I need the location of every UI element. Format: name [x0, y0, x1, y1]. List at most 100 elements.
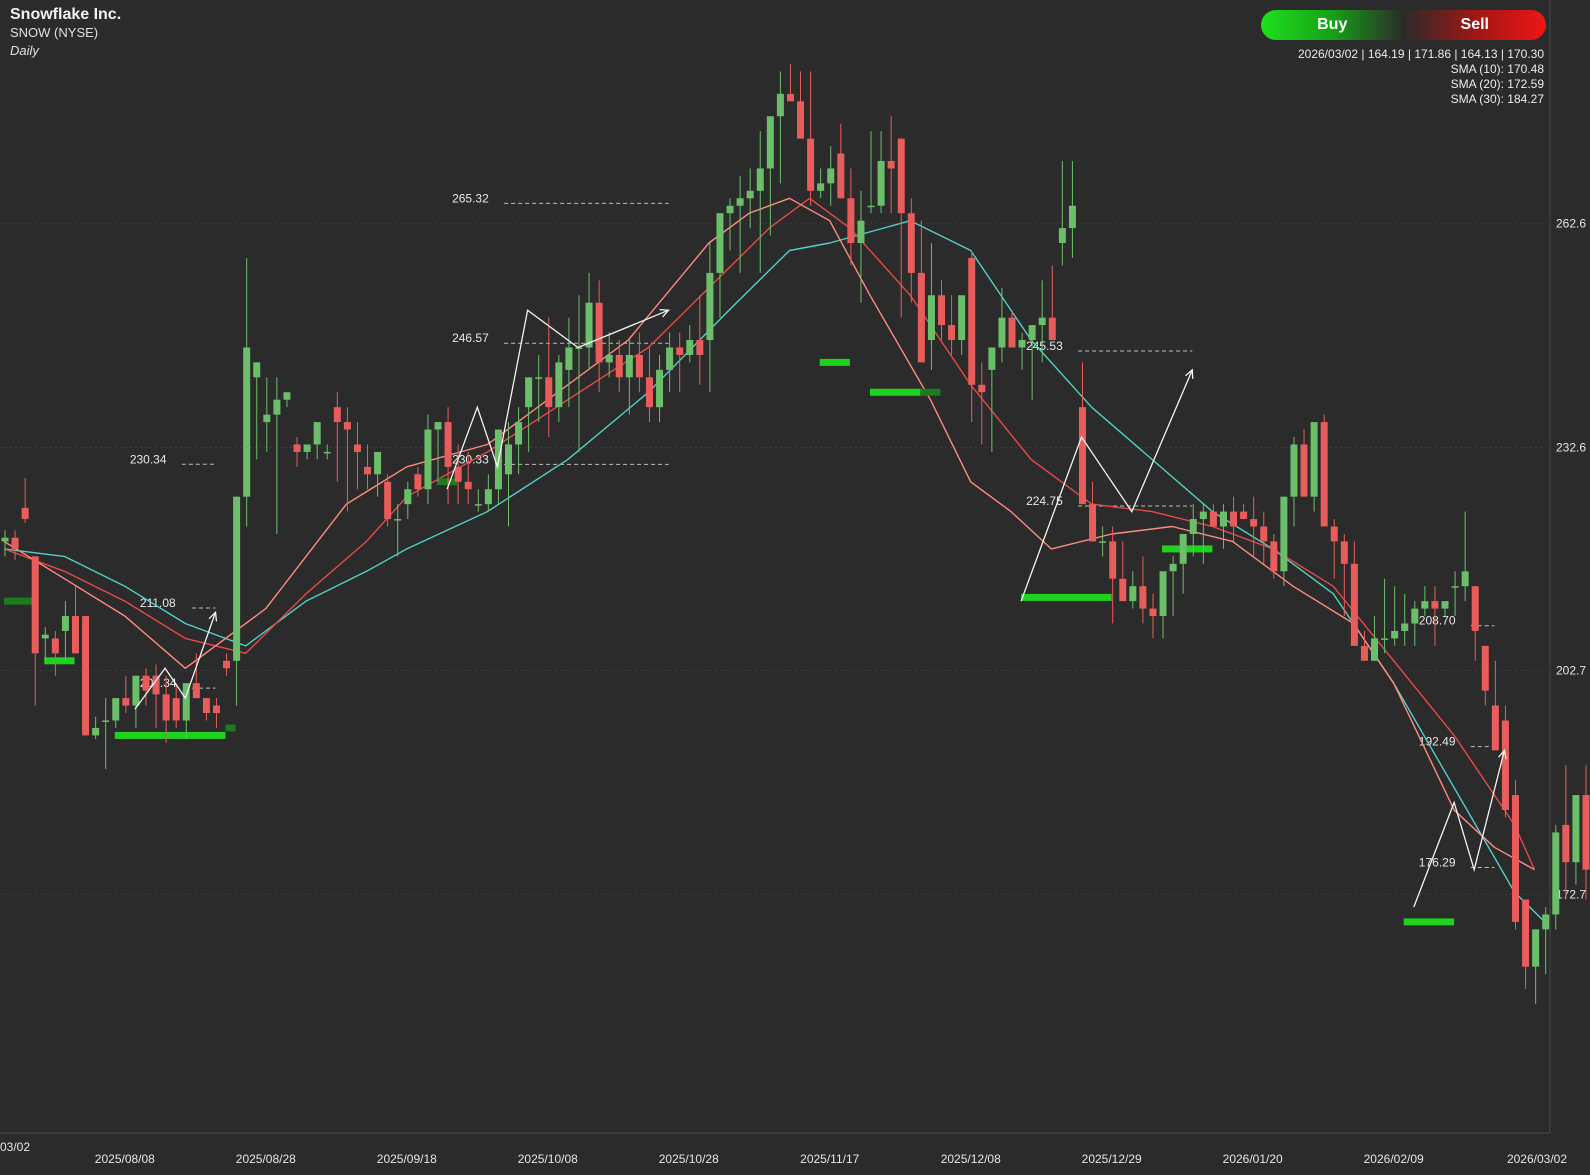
candle-up: [484, 489, 492, 505]
candle-up: [1391, 630, 1399, 639]
candle-down: [968, 257, 976, 385]
candle-up: [112, 698, 120, 721]
candle-up: [565, 347, 573, 370]
candle-down: [847, 198, 855, 244]
x-tick-label: 2026/03/02: [1507, 1152, 1567, 1166]
candle-up: [1532, 929, 1540, 967]
candle-down: [786, 93, 794, 102]
candle-up: [827, 168, 835, 184]
y-tick-label: 232.6: [1556, 440, 1586, 454]
candle-down: [1078, 407, 1086, 505]
candle-down: [162, 694, 170, 721]
level-label: 208.70: [1419, 614, 1456, 628]
candle-down: [1340, 541, 1348, 564]
candle-down: [797, 101, 805, 139]
support-bar: [1403, 918, 1455, 926]
candle-down: [82, 616, 90, 736]
candle-down: [595, 302, 603, 363]
candle-down: [545, 377, 553, 408]
candle-up: [253, 362, 261, 378]
candle-down: [152, 675, 160, 695]
candle-down: [1250, 519, 1258, 527]
support-bar: [1021, 593, 1112, 601]
candle-down: [1431, 601, 1439, 609]
candle-down: [31, 556, 39, 654]
candle-up: [555, 362, 563, 408]
candle-up: [625, 354, 633, 378]
y-tick-label: 262.6: [1556, 217, 1586, 231]
candle-down: [1260, 526, 1268, 542]
candle-up: [766, 116, 774, 169]
candle-down: [807, 138, 815, 191]
candle-down: [917, 272, 925, 363]
candle-up: [1, 537, 9, 542]
candle-down: [1300, 444, 1308, 497]
candle-up: [1068, 205, 1076, 229]
candle-down: [223, 660, 231, 669]
candle-up: [525, 377, 533, 408]
candle-up: [424, 429, 432, 490]
x-tick-label: 2025/09/18: [377, 1152, 437, 1166]
candle-down: [1350, 563, 1358, 646]
candle-up: [927, 295, 935, 341]
candle-down: [1582, 795, 1590, 870]
candle-up: [585, 302, 593, 348]
candle-down: [122, 698, 130, 706]
candle-down: [676, 347, 684, 355]
candle-down: [343, 422, 351, 430]
candle-down: [1481, 645, 1489, 691]
candle-up: [686, 340, 694, 355]
candle-up: [1441, 601, 1449, 609]
candle-up: [817, 183, 825, 191]
candle-up: [736, 198, 744, 206]
candle-up: [243, 347, 251, 497]
candle-up: [1189, 519, 1197, 534]
candle-down: [978, 384, 986, 393]
support-bar: [920, 388, 941, 396]
candle-up: [1129, 586, 1137, 602]
candle-down: [897, 138, 905, 214]
candle-down: [1139, 586, 1147, 609]
candle-up: [706, 272, 714, 341]
candle-up: [404, 489, 412, 505]
candle-up: [867, 205, 875, 208]
candle-up: [1401, 623, 1409, 631]
candle-down: [1512, 795, 1519, 922]
support-bar: [114, 731, 226, 739]
x-tick-label: 2025/08/28: [236, 1152, 296, 1166]
candlestick-chart[interactable]: 172.7 202.7 232.6 262.6 03/02 2025/08/08 2025/…: [0, 0, 1590, 1175]
support-bar: [437, 478, 458, 486]
candle-up: [1542, 914, 1550, 930]
x-tick-label: 2026/01/20: [1223, 1152, 1283, 1166]
candle-down: [192, 683, 200, 699]
level-label: 246.57: [452, 331, 489, 345]
support-bar: [870, 388, 921, 396]
candle-up: [535, 377, 543, 379]
support-bar: [4, 597, 35, 605]
candle-up: [394, 519, 402, 521]
x-tick-label: 2025/12/08: [941, 1152, 1001, 1166]
candle-up: [1411, 608, 1419, 624]
candle-up: [1381, 638, 1389, 640]
candle-down: [202, 698, 210, 714]
candle-up: [1219, 511, 1227, 527]
pattern-arrow: [1413, 750, 1506, 908]
candle-down: [948, 325, 956, 341]
candle-down: [938, 295, 946, 326]
candle-down: [1149, 608, 1157, 617]
candle-up: [1099, 541, 1107, 543]
candle-down: [333, 407, 341, 423]
candle-down: [907, 213, 915, 273]
candle-up: [857, 220, 865, 244]
candle-down: [11, 537, 19, 549]
candle-up: [1310, 422, 1318, 497]
x-tick-label: 2026/02/09: [1364, 1152, 1424, 1166]
candle-down: [887, 160, 895, 169]
candle-down: [464, 481, 472, 490]
candle-down: [21, 507, 29, 520]
x-tick-label: 03/02: [0, 1140, 30, 1154]
x-tick-label: 2025/12/29: [1082, 1152, 1142, 1166]
candle-up: [726, 205, 734, 214]
candle-up: [505, 444, 512, 475]
candle-up: [1018, 340, 1026, 348]
